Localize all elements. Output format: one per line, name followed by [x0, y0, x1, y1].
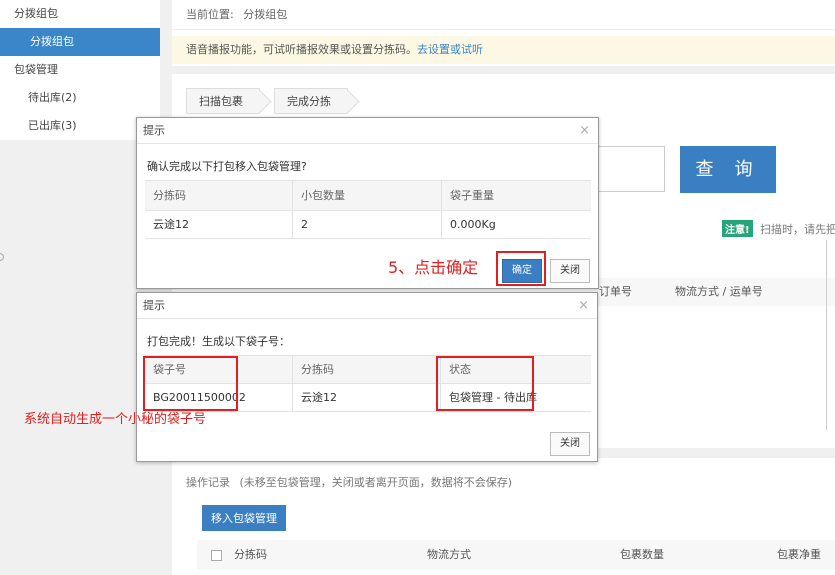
scrollbar[interactable]: [826, 240, 834, 430]
sidebar-item-allocate-pack[interactable]: 分拨组包: [0, 28, 160, 56]
col-sort-code: 分拣码: [234, 548, 267, 561]
col-logistics: 物流方式 / 运单号: [675, 285, 763, 298]
warning-text: 扫描时，请先把: [760, 223, 835, 236]
cell-packet-count: 2: [293, 211, 442, 238]
operation-log-title: 操作记录: [186, 476, 230, 489]
annotation-step5: 5、点击确定: [388, 258, 479, 277]
breadcrumb-current: 分拨组包: [243, 8, 288, 21]
select-all-checkbox[interactable]: [211, 550, 222, 561]
col-bag-weight: 袋子重量: [450, 189, 494, 202]
step-finish-sort[interactable]: 完成分拣: [274, 88, 348, 114]
dialog-message: 确认完成以下打包移入包袋管理?: [147, 160, 307, 173]
close-icon[interactable]: ×: [578, 293, 589, 319]
query-button[interactable]: 查 询: [680, 146, 776, 193]
sidebar-item-pending-outbound[interactable]: 待出库(2): [0, 84, 160, 112]
breadcrumb-prefix: 当前位置:: [186, 8, 234, 21]
cell-bag-weight: 0.000Kg: [450, 218, 496, 231]
dialog-message: 打包完成！生成以下袋子号：: [147, 335, 290, 348]
col-packet-count: 小包数量: [293, 181, 442, 210]
col-parcel-net-weight: 包裹净重: [777, 548, 821, 561]
confirm-table: 分拣码 小包数量 袋子重量 云途12 2 0.000Kg: [145, 180, 591, 239]
sidebar-group-allocate[interactable]: 分拨组包: [0, 0, 160, 28]
dialog-title: 提示 ×: [137, 118, 598, 144]
result-close-button[interactable]: 关闭: [550, 432, 590, 456]
annotation-box-bag-no: [143, 356, 238, 411]
notice-text: 语音播报功能，可试听播报效果或设置分拣码。: [186, 43, 417, 56]
dialog-title-text: 提示: [143, 124, 165, 137]
notice-settings-link[interactable]: 去设置或试听: [417, 43, 483, 56]
sidebar-group-bag-management[interactable]: 包袋管理: [0, 56, 160, 84]
dialog-title: 提示 ×: [137, 293, 597, 319]
table-header-row: 分拣码 小包数量 袋子重量: [145, 181, 591, 211]
step-indicator: 扫描包裹 完成分拣: [186, 88, 362, 114]
close-icon[interactable]: ×: [579, 118, 590, 144]
move-to-bag-button[interactable]: 移入包袋管理: [202, 505, 286, 531]
col-order-no: 订单号: [599, 285, 632, 298]
log-table-header: 分拣码 物流方式 包裹数量 包裹净重: [197, 540, 835, 570]
col-logistics-method: 物流方式: [427, 548, 471, 561]
col-parcel-count: 包裹数量: [620, 548, 664, 561]
annotation-bag-no: 系统自动生成一个小秘的袋子号: [24, 412, 207, 427]
scan-input[interactable]: [597, 146, 665, 192]
cell-sort-code: 云途12: [293, 384, 441, 411]
step-scan-parcel[interactable]: 扫描包裹: [186, 88, 260, 114]
scan-list-header: 订单号 物流方式 / 运单号: [597, 278, 835, 306]
col-sort-code: 分拣码: [145, 181, 293, 210]
divider: [172, 66, 835, 74]
operation-log-note: (未移至包袋管理，关闭或者离开页面，数据将不会保存): [239, 476, 513, 489]
collapse-handle[interactable]: [0, 253, 4, 261]
col-sort-code: 分拣码: [293, 356, 441, 383]
annotation-box-ok: [496, 251, 546, 286]
operation-log: 操作记录 (未移至包袋管理，关闭或者离开页面，数据将不会保存): [186, 474, 512, 490]
cell-sort-code: 云途12: [145, 211, 293, 238]
warning-tag: 注意!: [722, 220, 753, 237]
table-row: 云途12 2 0.000Kg: [145, 211, 591, 239]
breadcrumb: 当前位置: 分拨组包: [172, 0, 835, 30]
scan-warning: 注意! 扫描时，请先把: [722, 220, 835, 237]
voice-notice: 语音播报功能，可试听播报效果或设置分拣码。去设置或试听: [172, 36, 835, 64]
confirm-close-button[interactable]: 关闭: [550, 259, 590, 283]
dialog-title-text: 提示: [143, 299, 165, 312]
annotation-box-status: [436, 356, 534, 411]
